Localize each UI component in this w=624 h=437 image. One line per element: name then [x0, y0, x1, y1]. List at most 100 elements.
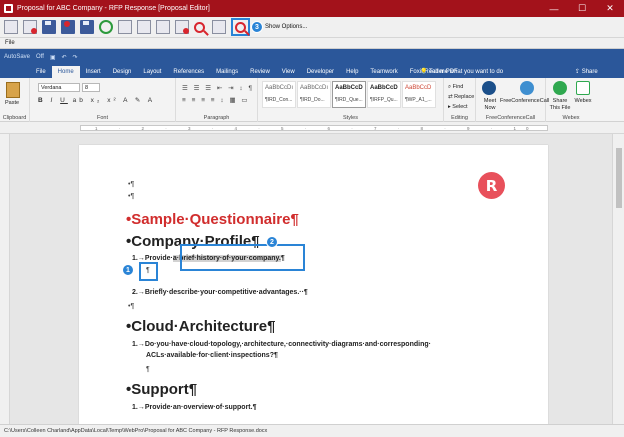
- empty-bullet-paragraph[interactable]: •¶: [128, 303, 134, 310]
- meet-now-icon[interactable]: [482, 81, 496, 95]
- heading-support[interactable]: •Support¶: [126, 381, 197, 398]
- tab-home[interactable]: Home: [51, 66, 80, 78]
- close-button[interactable]: ✕: [596, 0, 624, 17]
- highlighted-search-button[interactable]: [231, 18, 250, 36]
- tab-file[interactable]: File: [30, 66, 52, 78]
- editing-group-label: Editing: [451, 115, 468, 121]
- autosave-toggle[interactable]: Off: [36, 54, 44, 60]
- scrollbar-thumb[interactable]: [616, 148, 622, 208]
- share-icon: ⇪: [575, 69, 582, 75]
- find-button[interactable]: ⌕ Find: [448, 82, 474, 92]
- question-3-line-2[interactable]: ACLs·available·for·client·inspections?¶: [146, 352, 278, 359]
- file-path: C:\Users\Colleen Charland\AppData\Local\…: [4, 428, 268, 434]
- share-label: Share: [581, 69, 598, 75]
- menu-bar: File: [0, 38, 624, 49]
- paste-icon[interactable]: [6, 82, 20, 98]
- empty-bullet-paragraph[interactable]: •¶: [128, 193, 134, 200]
- share-button[interactable]: ⇪ Share: [575, 66, 598, 78]
- style-item-selected[interactable]: AaBbCcD ¶IRD_Que...: [332, 81, 366, 108]
- tab-help[interactable]: Help: [340, 66, 364, 78]
- tab-teamwork[interactable]: Teamwork: [364, 66, 403, 78]
- callout-box-2: [180, 244, 305, 271]
- export-icon[interactable]: [118, 20, 132, 34]
- refresh-icon[interactable]: [99, 20, 113, 34]
- insert-content-icon[interactable]: [212, 20, 226, 34]
- ribbon-home: Paste Clipboard Verdana 8 B I U ab x₂ x²…: [0, 78, 624, 122]
- tab-references[interactable]: References: [167, 66, 210, 78]
- title-bar: Proposal for ABC Company - RFP Response …: [0, 0, 624, 17]
- question-2[interactable]: 2.→Briefly·describe·your·competitive·adv…: [132, 289, 308, 296]
- new-document-icon[interactable]: [4, 20, 18, 34]
- webex-group-label: Webex: [562, 115, 580, 121]
- undo-icon[interactable]: ↶: [62, 54, 67, 61]
- save-as-icon[interactable]: [80, 20, 94, 34]
- maximize-button[interactable]: ☐: [568, 0, 596, 17]
- ruler-scale: 1 · 2 · 3 · 4 · 5 · 6 · 7 · 8 · 9 · 10 ·…: [80, 125, 548, 131]
- group-styles: AaBbCcDı ¶IRD_Con... AaBbCcDı ¶IRD_Do...…: [258, 78, 444, 122]
- callout-badge-2: 2: [266, 236, 278, 248]
- app-icon: [4, 4, 13, 13]
- freeconferencecall-label[interactable]: FreeConferenceCall: [500, 98, 549, 105]
- select-button[interactable]: ▸ Select: [448, 102, 474, 112]
- callout-badge-3: 3: [251, 21, 263, 33]
- vertical-scrollbar[interactable]: [612, 134, 624, 424]
- share-file-label[interactable]: Share This File: [548, 98, 572, 112]
- webex-label[interactable]: Webex: [572, 98, 594, 105]
- font-size-select[interactable]: 8: [82, 83, 100, 92]
- share-file-icon[interactable]: [553, 81, 567, 95]
- heading-cloud-architecture[interactable]: •Cloud·Architecture¶: [126, 318, 275, 335]
- quick-access-toolbar: AutoSave Off ▣ ↶ ↷: [4, 51, 84, 63]
- paste-label[interactable]: Paste: [5, 100, 19, 106]
- save-close-icon[interactable]: [61, 20, 75, 34]
- edit-document-icon[interactable]: [137, 20, 151, 34]
- tab-mailings[interactable]: Mailings: [210, 66, 244, 78]
- autosave-label: AutoSave: [4, 54, 31, 60]
- r-logo-icon: R: [478, 172, 505, 199]
- font-format-buttons[interactable]: B I U ab x₂ x² A ✎ A: [38, 96, 155, 104]
- font-name-select[interactable]: Verdana: [38, 83, 80, 92]
- editing-list: ⌕ Find ⇄ Replace ▸ Select: [448, 82, 474, 112]
- meet-now-label[interactable]: Meet Now: [478, 98, 502, 112]
- style-item[interactable]: AaBbCcD ¶WP_A1_...: [402, 81, 436, 108]
- search-content-icon[interactable]: [194, 21, 205, 33]
- question-4[interactable]: 1.→Provide·an·overview·of·support.¶: [132, 404, 256, 411]
- open-document-icon[interactable]: [23, 20, 37, 34]
- minimize-button[interactable]: —: [540, 0, 568, 17]
- show-options-button[interactable]: Show Options...: [265, 24, 307, 30]
- webex-icon[interactable]: [576, 81, 590, 95]
- word-save-icon[interactable]: ▣: [50, 54, 56, 61]
- freeconferencecall-icon[interactable]: [520, 81, 534, 95]
- tab-developer[interactable]: Developer: [301, 66, 340, 78]
- align-buttons[interactable]: ≡ ≡ ≡ ≡ ↕ ▦ ▭: [182, 96, 250, 104]
- group-conference: Meet Now FreeConferenceCall FreeConferen…: [476, 78, 549, 122]
- style-item[interactable]: AaBbCcDı ¶IRD_Do...: [297, 81, 331, 108]
- group-editing: ⌕ Find ⇄ Replace ▸ Select Editing: [444, 78, 476, 122]
- font-group-label: Font: [96, 115, 108, 121]
- tell-me-search[interactable]: 💡 Tell me what you want to do: [420, 66, 503, 78]
- clipboard-group-label: Clipboard: [2, 115, 27, 121]
- menu-file[interactable]: File: [5, 40, 15, 46]
- list-buttons[interactable]: ☰ ☰ ☰ ⇤ ⇥ ↕ ¶: [182, 84, 254, 92]
- tab-design[interactable]: Design: [107, 66, 138, 78]
- empty-paragraph[interactable]: ¶: [146, 366, 150, 373]
- group-webex: Share This File Webex Webex: [546, 78, 596, 122]
- redo-icon[interactable]: ↷: [73, 54, 78, 61]
- tab-layout[interactable]: Layout: [137, 66, 167, 78]
- horizontal-ruler[interactable]: 1 · 2 · 3 · 4 · 5 · 6 · 7 · 8 · 9 · 10 ·…: [0, 122, 624, 134]
- question-3-line-1[interactable]: 1.→Do·you·have·cloud·topology,·architect…: [132, 341, 431, 348]
- print-icon[interactable]: [156, 20, 170, 34]
- delete-document-icon[interactable]: [175, 20, 189, 34]
- save-icon[interactable]: [42, 20, 56, 34]
- window-title: Proposal for ABC Company - RFP Response …: [17, 5, 210, 12]
- group-paragraph: ☰ ☰ ☰ ⇤ ⇥ ↕ ¶ ≡ ≡ ≡ ≡ ↕ ▦ ▭ Paragraph: [176, 78, 258, 122]
- tab-review[interactable]: Review: [244, 66, 276, 78]
- styles-group-label: Styles: [343, 115, 358, 121]
- style-item[interactable]: AaBbCcD ¶IRFP_Qu...: [367, 81, 401, 108]
- style-item[interactable]: AaBbCcDı ¶IRD_Con...: [262, 81, 296, 108]
- document-title[interactable]: •Sample·Questionnaire¶: [126, 211, 299, 228]
- tab-view[interactable]: View: [276, 66, 301, 78]
- replace-button[interactable]: ⇄ Replace: [448, 92, 474, 102]
- tab-insert[interactable]: Insert: [80, 66, 107, 78]
- empty-bullet-paragraph[interactable]: •¶: [128, 181, 134, 188]
- empty-paragraph-cursor[interactable]: ¶: [146, 267, 150, 274]
